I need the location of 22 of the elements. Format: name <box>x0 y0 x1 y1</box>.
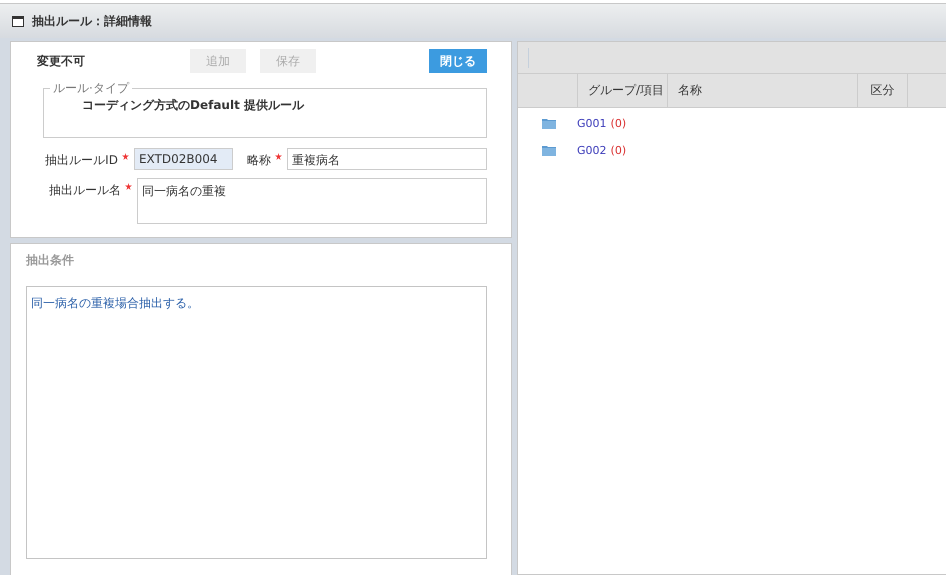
item-count: (0) <box>610 144 626 157</box>
window-title: 抽出ルール：詳細情報 <box>32 12 152 30</box>
column-header[interactable]: 区分 <box>858 74 908 107</box>
section-title: 抽出条件 <box>26 252 75 269</box>
group-code[interactable]: G001 <box>577 117 607 130</box>
rule-name-field[interactable]: 同一病名の重複 <box>137 178 487 224</box>
column-header[interactable]: グループ/項目 <box>578 74 668 107</box>
field-label: 抽出ルール名 <box>48 182 121 199</box>
rule-type-text: コーディング方式のDefault 提供ルール <box>82 97 304 114</box>
group-code[interactable]: G002 <box>577 144 607 157</box>
short-name-field[interactable]: 重複病名 <box>287 148 487 170</box>
rule-id-field[interactable]: EXTD02B004 <box>134 148 233 170</box>
folder-icon <box>542 118 556 129</box>
field-label: 略称 <box>246 152 272 169</box>
group-legend: ルール·タイプ <box>50 80 132 97</box>
item-count: (0) <box>610 117 626 130</box>
status-text: 変更不可 <box>37 52 86 70</box>
folder-icon <box>542 145 556 156</box>
window-icon <box>12 16 24 26</box>
field-label: 抽出ルールID <box>44 152 118 169</box>
column-header[interactable]: 名称 <box>668 74 858 107</box>
condition-field[interactable]: 同一病名の重複場合抽出する。 <box>26 286 487 559</box>
